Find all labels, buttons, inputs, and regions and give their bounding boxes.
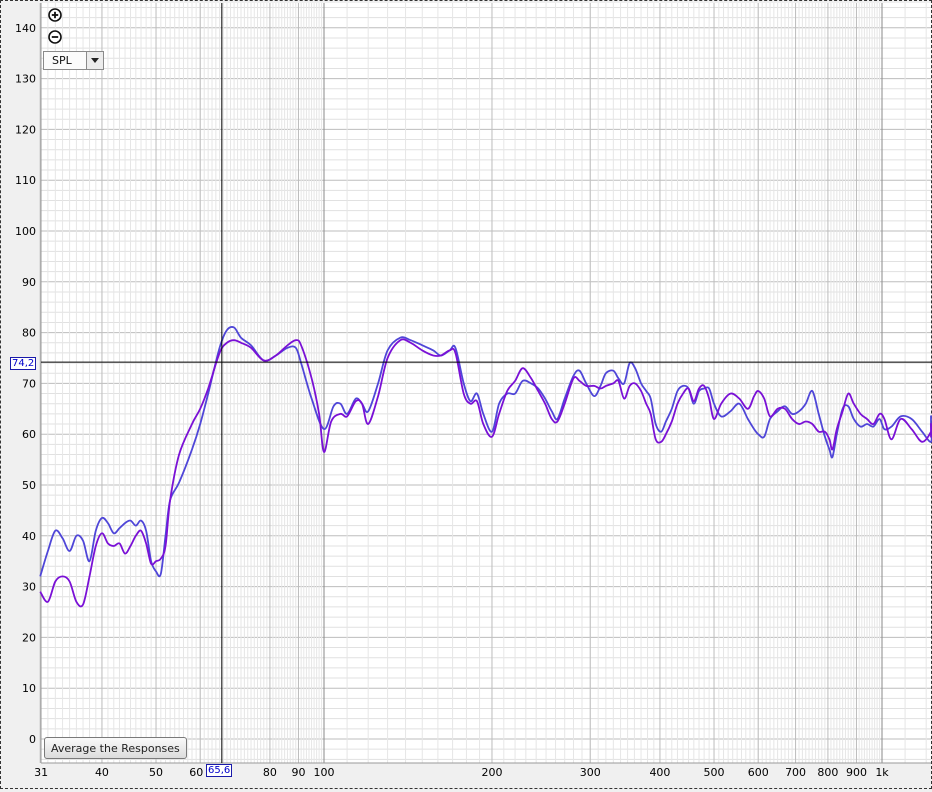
y-tick-label: 20	[22, 631, 36, 644]
y-tick-label: 140	[15, 22, 36, 35]
y-tick-label: 80	[22, 327, 36, 340]
x-tick-label: 400	[649, 766, 670, 779]
x-tick-label: 500	[704, 766, 725, 779]
y-tick-label: 90	[22, 276, 36, 289]
x-tick-label: 60	[189, 766, 203, 779]
average-responses-button[interactable]: Average the Responses	[44, 737, 187, 759]
zoom-in-icon	[48, 8, 62, 22]
measure-select-value: SPL	[52, 54, 72, 67]
y-tick-label: 120	[15, 123, 36, 136]
x-tick-label: 800	[817, 766, 838, 779]
y-tick-label: 130	[15, 73, 36, 86]
y-tick-label: 10	[22, 682, 36, 695]
x-tick-label: 40	[95, 766, 109, 779]
y-tick-label: 70	[22, 377, 36, 390]
x-tick-label: 200	[481, 766, 502, 779]
x-tick-label: 600	[748, 766, 769, 779]
zoom-out-icon	[48, 30, 62, 44]
y-tick-label: 60	[22, 428, 36, 441]
y-tick-label: 100	[15, 225, 36, 238]
y-tick-label: 30	[22, 581, 36, 594]
cursor-x-readout: 65,6	[206, 764, 233, 777]
y-tick-label: 110	[15, 174, 36, 187]
x-tick-label: 1k	[875, 766, 889, 779]
measure-select[interactable]: SPL	[43, 51, 104, 70]
x-tick-label: 31	[34, 766, 48, 779]
y-tick-label: 0	[29, 733, 36, 746]
y-tick-label: 50	[22, 479, 36, 492]
x-tick-label: 90	[291, 766, 305, 779]
x-tick-label: 80	[263, 766, 277, 779]
y-tick-label: 40	[22, 530, 36, 543]
x-tick-label: 300	[580, 766, 601, 779]
x-tick-label: 700	[785, 766, 806, 779]
zoom-in-button[interactable]	[48, 8, 62, 22]
frequency-response-chart[interactable]: 0 10 20 30 40 50 60 70 80 90 100 110 120 130 140 31 40 50…	[1, 1, 932, 792]
zoom-out-button[interactable]	[48, 30, 62, 44]
chart-frame: 0 10 20 30 40 50 60 70 80 90 100 110 120 130 140 31 40 50…	[0, 0, 932, 789]
cursor-y-readout: 74,2	[10, 357, 37, 370]
x-tick-label: 900	[846, 766, 867, 779]
x-tick-label: 50	[149, 766, 163, 779]
x-tick-label: 100	[314, 766, 335, 779]
chevron-down-icon[interactable]	[86, 52, 103, 69]
